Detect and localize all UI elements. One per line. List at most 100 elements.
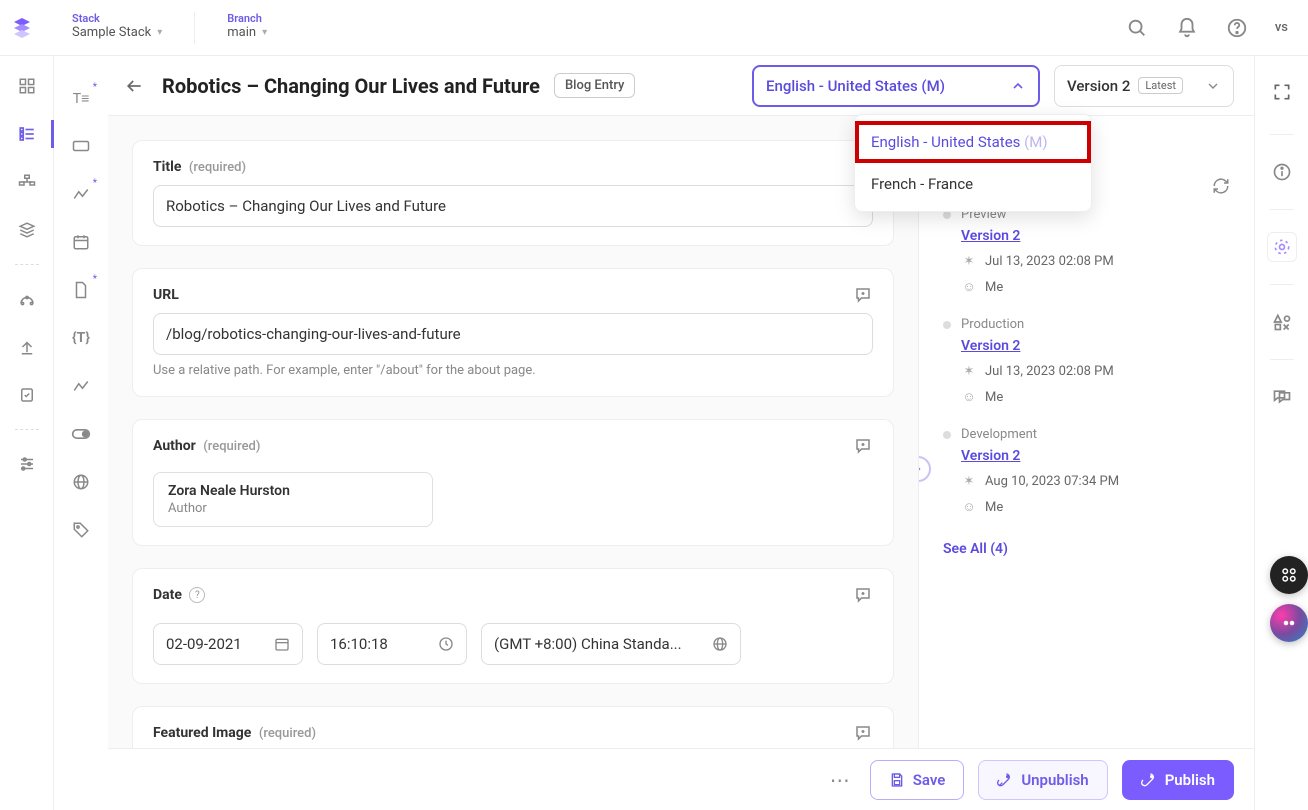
status-dot-icon (943, 431, 951, 439)
time-picker[interactable]: 16:10:18 (317, 623, 467, 665)
shapes-icon[interactable] (1267, 307, 1297, 337)
refresh-icon[interactable] (1212, 177, 1230, 195)
env-version-link[interactable]: Version 2 (961, 338, 1020, 354)
url-helper: Use a relative path. For example, enter … (153, 363, 873, 378)
status-dot-icon (943, 211, 951, 219)
tasks-icon[interactable] (13, 381, 41, 409)
fullscreen-icon[interactable] (1268, 78, 1296, 106)
field-author-card: Author (required) Zora Neale Hurston Aut… (132, 419, 894, 546)
entries-icon[interactable] (0, 120, 54, 148)
locale-selected-text: English - United States (M) (766, 77, 945, 95)
chevron-down-icon (1205, 78, 1221, 94)
content-model-icon[interactable] (13, 168, 41, 196)
version-selector[interactable]: Version 2 Latest (1054, 65, 1234, 107)
branch-selector[interactable]: Branch main▾ (219, 12, 275, 44)
field-rail: T≡* * * {T} (54, 56, 108, 810)
url-field-icon[interactable] (67, 132, 95, 160)
locale-dropdown: English - United States (M) French - Fra… (854, 114, 1092, 212)
analytics-field-icon[interactable] (67, 372, 95, 400)
right-rail (1254, 56, 1308, 810)
field-label: Featured Image (153, 725, 251, 741)
help-icon[interactable] (1221, 12, 1253, 44)
notifications-icon[interactable] (1171, 12, 1203, 44)
discussions-icon[interactable] (1267, 382, 1297, 412)
env-production: Production Version 2 ✶Jul 13, 2023 02:08… (943, 317, 1230, 405)
unpublish-button[interactable]: Unpublish (978, 760, 1107, 800)
separator (194, 12, 195, 44)
text-field-icon[interactable]: T≡* (67, 84, 95, 112)
content-type-tag: Blog Entry (554, 73, 635, 98)
main-layout: T≡* * * {T} Robotics – Changing Our Live… (0, 56, 1308, 810)
json-field-icon[interactable]: {T} (67, 324, 95, 352)
back-button[interactable] (120, 72, 148, 100)
branch-label: Branch (227, 12, 267, 25)
entry-header: Robotics – Changing Our Lives and Future… (108, 56, 1254, 116)
see-all-link[interactable]: See All (4) (943, 541, 1008, 557)
tz-picker[interactable]: (GMT +8:00) China Standa... (481, 623, 741, 665)
settings-icon[interactable] (13, 450, 41, 478)
form-area: Title (required) URL Use a relative path… (108, 116, 918, 810)
command-palette-icon[interactable] (1270, 556, 1308, 594)
branch-value: main (227, 25, 256, 40)
dashboard-icon[interactable] (13, 72, 41, 100)
stack-value: Sample Stack (72, 25, 151, 40)
unpublish-icon (997, 772, 1013, 788)
date-field-icon[interactable] (67, 228, 95, 256)
url-input[interactable] (153, 313, 873, 355)
assistant-icon[interactable] (1270, 604, 1308, 642)
version-badge: Latest (1138, 77, 1183, 94)
workflow-icon[interactable] (1267, 232, 1297, 262)
stack-branch-selector: Stack Sample Stack▾ Branch main▾ (64, 12, 275, 44)
status-dot-icon (943, 321, 951, 329)
env-version-link[interactable]: Version 2 (961, 228, 1020, 244)
field-date-card: Date ? 02-09-2021 16:10:18 (GMT +8:00) C… (132, 568, 894, 684)
publish-queue-icon[interactable] (13, 333, 41, 361)
search-icon[interactable] (1121, 12, 1153, 44)
env-name: Development (961, 427, 1230, 442)
title-input[interactable] (153, 185, 873, 227)
assets-icon[interactable] (13, 216, 41, 244)
locale-selector[interactable]: English - United States (M) (752, 65, 1040, 107)
tag-field-icon[interactable] (67, 516, 95, 544)
author-reference-chip[interactable]: Zora Neale Hurston Author (153, 472, 433, 527)
required-label: (required) (203, 439, 260, 454)
separator (15, 264, 39, 265)
collapse-sidebar-button[interactable] (918, 456, 931, 482)
info-icon[interactable] (1267, 157, 1297, 187)
reference-field-icon[interactable]: * (67, 180, 95, 208)
globe-field-icon[interactable] (67, 468, 95, 496)
entry-title: Robotics – Changing Our Lives and Future (162, 74, 540, 98)
stack-selector[interactable]: Stack Sample Stack▾ (64, 12, 170, 44)
separator (1270, 284, 1294, 285)
comment-icon[interactable] (851, 434, 875, 458)
save-button[interactable]: Save (870, 760, 965, 800)
publish-button[interactable]: Publish (1122, 760, 1234, 800)
locale-option-en-us[interactable]: English - United States (M) (855, 121, 1091, 163)
env-preview: Preview Version 2 ✶Jul 13, 2023 02:08 PM… (943, 207, 1230, 295)
ref-name: Zora Neale Hurston (168, 483, 418, 499)
comment-icon[interactable] (851, 721, 875, 745)
comment-icon[interactable] (851, 283, 875, 307)
user-icon: ☺ (961, 389, 977, 405)
topbar-right: vs (1121, 12, 1292, 44)
env-version-link[interactable]: Version 2 (961, 448, 1020, 464)
toggle-field-icon[interactable] (67, 420, 95, 448)
field-label: Date (153, 587, 182, 603)
globe-icon (712, 636, 728, 652)
field-url-card: URL Use a relative path. For example, en… (132, 268, 894, 397)
date-picker[interactable]: 02-09-2021 (153, 623, 303, 665)
user-avatar[interactable]: vs (1271, 16, 1292, 39)
rocket-icon: ✶ (961, 474, 977, 489)
rocket-icon: ✶ (961, 254, 977, 269)
field-label: URL (153, 287, 179, 303)
floating-actions (1270, 556, 1308, 642)
releases-icon[interactable] (13, 285, 41, 313)
separator (1270, 134, 1294, 135)
locale-option-fr-fr[interactable]: French - France (855, 163, 1091, 205)
more-actions-button[interactable]: ⋯ (824, 768, 856, 792)
file-field-icon[interactable]: * (67, 276, 95, 304)
info-icon[interactable]: ? (189, 587, 205, 603)
comment-icon[interactable] (851, 583, 875, 607)
clock-icon (438, 636, 454, 652)
bottom-action-bar: ⋯ Save Unpublish Publish (108, 748, 1254, 810)
